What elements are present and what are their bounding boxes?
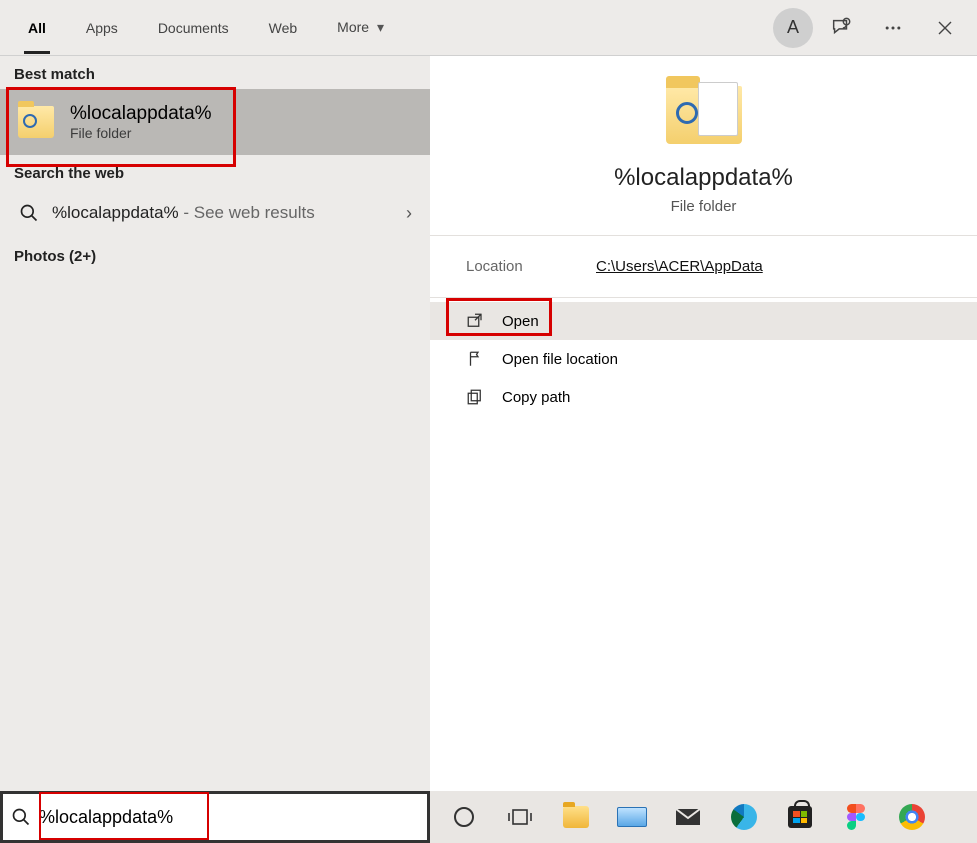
user-avatar[interactable]: A — [773, 8, 813, 48]
task-view-icon[interactable] — [504, 801, 536, 833]
action-open-file-location[interactable]: Open file location — [430, 340, 977, 378]
chevron-down-icon: ▾ — [377, 19, 384, 36]
mail-icon[interactable] — [672, 801, 704, 833]
chevron-right-icon: › — [406, 203, 412, 224]
tab-web[interactable]: Web — [253, 14, 314, 42]
search-icon — [18, 202, 40, 224]
best-match-subtitle: File folder — [70, 125, 212, 141]
preview-title: %localappdata% — [614, 164, 793, 192]
action-copy-path-label: Copy path — [502, 389, 570, 406]
taskbar — [430, 791, 977, 843]
search-web-result[interactable]: %localappdata% - See web results › — [0, 188, 430, 238]
open-icon — [466, 312, 484, 330]
feedback-icon[interactable] — [817, 4, 865, 52]
close-icon[interactable] — [921, 4, 969, 52]
tab-apps[interactable]: Apps — [70, 14, 134, 42]
results-list: Best match %localappdata% File folder Se… — [0, 56, 430, 791]
search-web-text: %localappdata% - See web results — [52, 203, 315, 223]
more-options-icon[interactable] — [869, 4, 917, 52]
file-explorer-icon[interactable] — [560, 801, 592, 833]
result-preview-pane: %localappdata% File folder Location C:\U… — [430, 56, 977, 791]
chrome-browser-icon[interactable] — [896, 801, 928, 833]
folder-icon — [18, 106, 54, 138]
best-match-result[interactable]: %localappdata% File folder — [0, 89, 430, 155]
location-row: Location C:\Users\ACER\AppData — [430, 236, 977, 298]
folder-location-icon — [466, 350, 484, 368]
location-path-link[interactable]: C:\Users\ACER\AppData — [596, 258, 763, 275]
action-open[interactable]: Open — [430, 302, 977, 340]
tab-all[interactable]: All — [12, 14, 62, 42]
microsoft-store-icon[interactable] — [784, 801, 816, 833]
edge-browser-icon[interactable] — [728, 801, 760, 833]
taskbar-row — [0, 791, 977, 843]
tab-more[interactable]: More ▾ — [321, 13, 400, 42]
copy-icon — [466, 388, 484, 406]
search-web-header: Search the web — [0, 155, 430, 188]
best-match-text: %localappdata% File folder — [70, 103, 212, 141]
action-copy-path[interactable]: Copy path — [430, 378, 977, 416]
search-results-area: Best match %localappdata% File folder Se… — [0, 56, 977, 791]
search-web-suffix: - See web results — [179, 203, 315, 222]
preview-subtitle: File folder — [671, 198, 737, 215]
windows-search-box[interactable] — [0, 791, 430, 843]
preview-actions: Open Open file location Co — [430, 302, 977, 416]
search-scope-tabbar: All Apps Documents Web More ▾ A — [0, 0, 977, 56]
location-label: Location — [466, 258, 596, 275]
best-match-header: Best match — [0, 56, 430, 89]
tab-more-label: More — [337, 19, 369, 35]
folder-icon — [666, 86, 742, 144]
photos-header[interactable]: Photos (2+) — [0, 238, 430, 271]
preview-header: %localappdata% File folder — [430, 76, 977, 236]
search-input[interactable] — [39, 807, 427, 828]
search-icon — [3, 807, 39, 827]
action-open-file-location-label: Open file location — [502, 351, 618, 368]
search-web-query: %localappdata% — [52, 203, 179, 222]
action-open-label: Open — [502, 313, 539, 330]
on-screen-keyboard-icon[interactable] — [616, 801, 648, 833]
cortana-icon[interactable] — [448, 801, 480, 833]
figma-icon[interactable] — [840, 801, 872, 833]
best-match-title: %localappdata% — [70, 103, 212, 125]
topbar-right-controls: A — [773, 4, 969, 52]
tab-documents[interactable]: Documents — [142, 14, 245, 42]
